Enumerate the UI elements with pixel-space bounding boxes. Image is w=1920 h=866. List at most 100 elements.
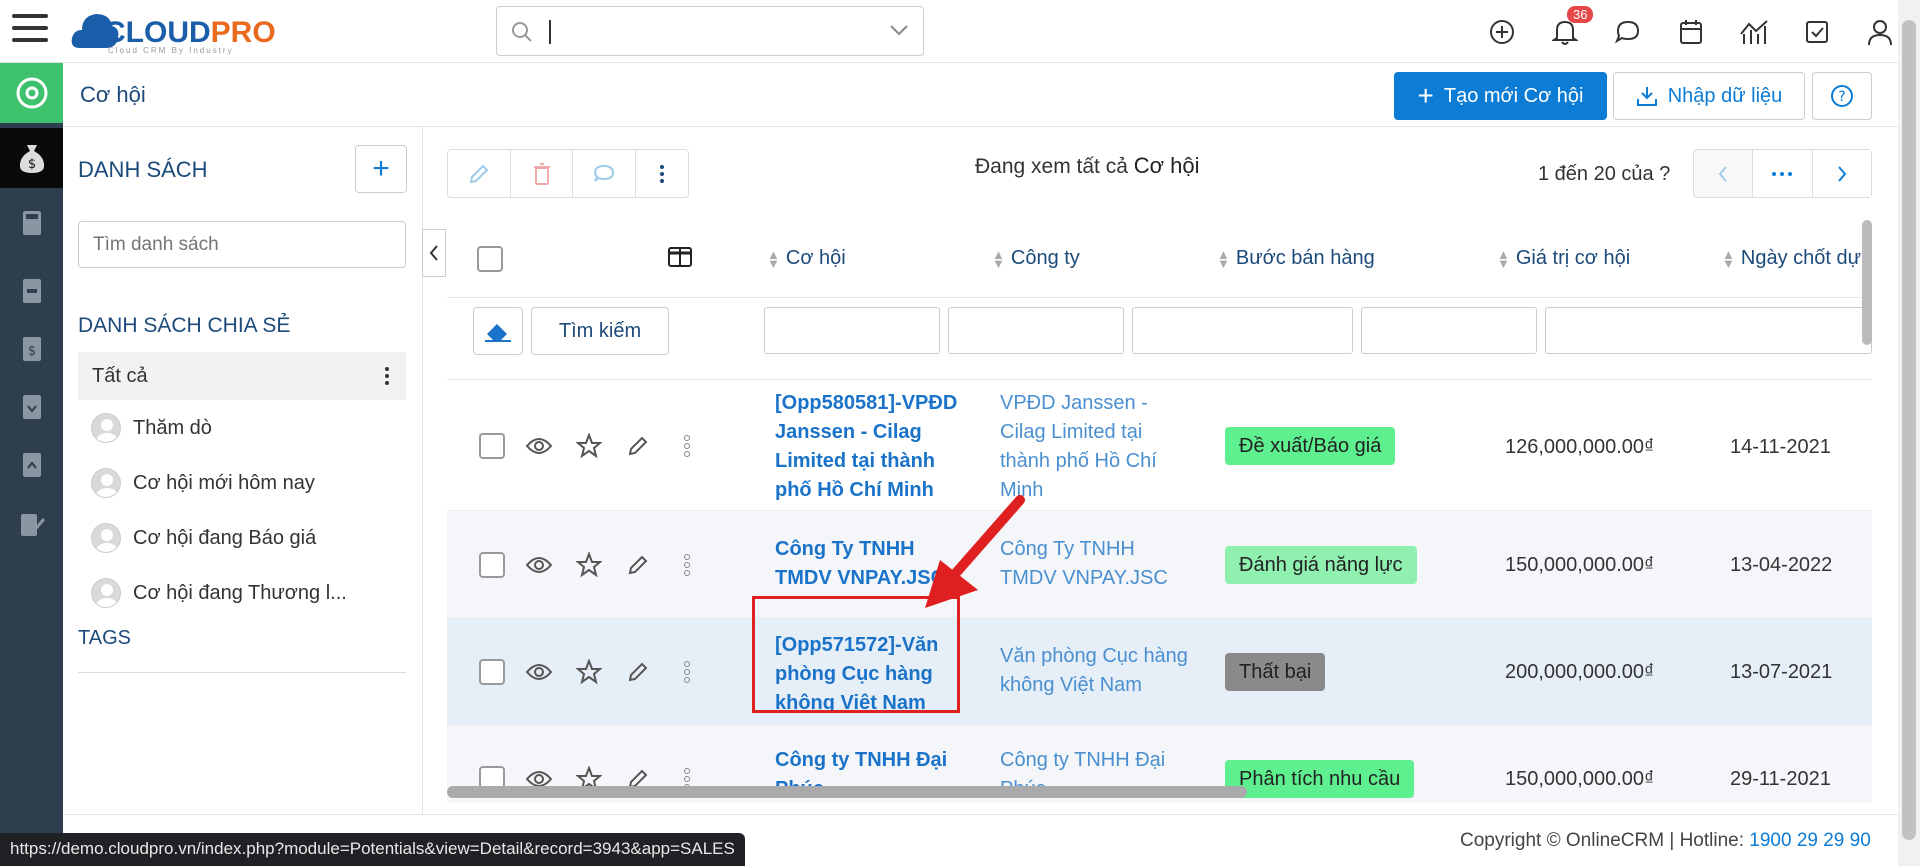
total-count-button[interactable]: ?: [1659, 163, 1670, 185]
copyright-text: Copyright © OnlineCRM: [1460, 830, 1665, 851]
page-header: Cơ hội + Tạo mới Cơ hội Nhập dữ liệu ?: [63, 63, 1898, 127]
list-search-input[interactable]: [78, 221, 406, 268]
text-caret: [549, 20, 551, 44]
pencil-icon[interactable]: [623, 431, 653, 461]
rail-payment-item[interactable]: $: [0, 319, 63, 379]
filter-stage-input[interactable]: [1132, 307, 1353, 354]
view-eye-icon[interactable]: [524, 657, 554, 687]
avatar: [91, 523, 121, 553]
clear-filter-button[interactable]: [473, 307, 523, 355]
company-link[interactable]: Văn phòng Cục hàng không Việt Nam: [1000, 642, 1190, 700]
column-layout-icon[interactable]: [667, 246, 693, 268]
rail-opportunity-item[interactable]: $: [0, 128, 63, 188]
column-header-value[interactable]: ▲ ▼ Giá trị cơ hội: [1497, 247, 1630, 270]
rail-calculator-item[interactable]: [0, 193, 63, 253]
star-icon[interactable]: [574, 657, 604, 687]
select-all-checkbox[interactable]: [477, 246, 503, 272]
star-icon[interactable]: [574, 431, 604, 461]
column-header-opportunity[interactable]: ▲ ▼ Cơ hội: [767, 247, 846, 270]
row-checkbox[interactable]: [479, 659, 505, 685]
table-horizontal-scrollbar[interactable]: [447, 786, 1247, 798]
page-scrollbar-thumb[interactable]: [1902, 20, 1916, 840]
hotline-link[interactable]: 1900 29 29 90: [1749, 830, 1871, 851]
task-check-icon[interactable]: [1797, 12, 1837, 52]
table-row[interactable]: [Opp571572]-Văn phòng Cục hàng không Việ…: [447, 618, 1872, 725]
hotline-label: Hotline:: [1679, 830, 1744, 851]
row-kebab-icon[interactable]: [672, 657, 702, 687]
list-item-all[interactable]: Tất cả: [78, 352, 406, 400]
add-list-button[interactable]: +: [355, 145, 407, 193]
rail-contract-item[interactable]: [0, 495, 63, 555]
comment-button[interactable]: [573, 150, 637, 197]
table-row[interactable]: [Opp580581]-VPĐD Janssen - Cilag Limited…: [447, 381, 1872, 511]
close-date: 29-11-2021: [1730, 768, 1831, 790]
list-item[interactable]: Cơ hội đang Thương l...: [91, 573, 347, 613]
menu-icon[interactable]: [12, 14, 48, 46]
pencil-icon[interactable]: [623, 550, 653, 580]
company-link[interactable]: VPĐD Janssen - Cilag Limited tại thành p…: [1000, 389, 1190, 505]
column-header-close-date[interactable]: ▲ ▼ Ngày chốt dự: [1722, 247, 1861, 270]
filter-company-input[interactable]: [948, 307, 1124, 354]
table-row[interactable]: Công Ty TNHH TMDV VNPAY.JSC Công Ty TNHH…: [447, 511, 1872, 618]
collapse-sidebar-button[interactable]: [422, 229, 446, 277]
table-vertical-scrollbar[interactable]: [1862, 220, 1872, 345]
report-chart-icon[interactable]: [1734, 12, 1774, 52]
delete-button[interactable]: [511, 150, 574, 197]
view-eye-icon[interactable]: [524, 431, 554, 461]
filter-value-input[interactable]: [1361, 307, 1537, 354]
pagination-text: 1 đến 20 của ?: [1538, 163, 1670, 186]
kebab-menu-icon[interactable]: [384, 365, 390, 387]
add-circle-icon[interactable]: [1482, 12, 1522, 52]
global-search-input[interactable]: [496, 6, 924, 56]
edit-button[interactable]: [448, 150, 511, 197]
module-rail: $ $: [0, 63, 63, 866]
opportunity-link[interactable]: [Opp580581]-VPĐD Janssen - Cilag Limited…: [775, 389, 965, 505]
table-header: ▲ ▼ Cơ hội ▲ ▼ Công ty ▲ ▼ Bước bán hàng ▲ ▼ Giá…: [447, 218, 1872, 298]
rail-export-item[interactable]: [0, 435, 63, 495]
stage-badge: Thất bại: [1225, 653, 1326, 691]
list-item[interactable]: Cơ hội mới hôm nay: [91, 463, 315, 503]
create-opportunity-button[interactable]: + Tạo mới Cơ hội: [1394, 72, 1607, 120]
filter-date-input[interactable]: [1545, 307, 1872, 354]
bell-icon[interactable]: 36: [1545, 6, 1594, 52]
chevron-down-icon[interactable]: [889, 23, 909, 37]
opportunities-table: ▲ ▼ Cơ hội ▲ ▼ Công ty ▲ ▼ Bước bán hàng ▲ ▼ Giá…: [447, 218, 1872, 803]
filter-opportunity-input[interactable]: [764, 307, 940, 354]
previous-page-button[interactable]: [1694, 150, 1754, 197]
rail-home-item[interactable]: [0, 63, 63, 123]
sort-icon: ▲ ▼: [1497, 246, 1510, 271]
column-header-sales-stage[interactable]: ▲ ▼ Bước bán hàng: [1217, 247, 1375, 270]
more-actions-button[interactable]: [636, 150, 688, 197]
star-icon[interactable]: [574, 550, 604, 580]
page-scrollbar[interactable]: [1898, 0, 1920, 866]
sort-icon: ▲ ▼: [767, 246, 780, 271]
footer: Copyright © OnlineCRM | Hotline: 1900 29…: [1460, 830, 1871, 851]
row-checkbox[interactable]: [479, 552, 505, 578]
next-page-button[interactable]: [1812, 150, 1871, 197]
page-title: Cơ hội: [80, 82, 146, 107]
rail-invoice-item[interactable]: [0, 261, 63, 321]
list-item[interactable]: Cơ hội đang Báo giá: [91, 518, 316, 558]
divider: [63, 814, 1898, 815]
user-icon[interactable]: [1860, 12, 1900, 52]
column-header-company[interactable]: ▲ ▼ Công ty: [992, 247, 1080, 270]
calendar-icon[interactable]: [1671, 12, 1711, 52]
logo[interactable]: CLOUDPRO Cloud CRM By Industry: [70, 6, 300, 56]
chat-icon[interactable]: [1608, 12, 1648, 52]
list-item[interactable]: Thăm dò: [91, 408, 212, 448]
avatar: [91, 468, 121, 498]
row-checkbox[interactable]: [479, 433, 505, 459]
avatar: [91, 413, 121, 443]
pencil-icon[interactable]: [623, 657, 653, 687]
page-jump-button[interactable]: [1753, 150, 1813, 197]
help-button[interactable]: ?: [1812, 72, 1872, 120]
view-eye-icon[interactable]: [524, 550, 554, 580]
search-button[interactable]: Tìm kiếm: [531, 307, 669, 355]
calculator-icon: [22, 211, 41, 235]
row-kebab-icon[interactable]: [672, 550, 702, 580]
row-kebab-icon[interactable]: [672, 431, 702, 461]
svg-text:$: $: [27, 157, 35, 172]
plus-icon: +: [1417, 80, 1434, 111]
rail-import-item[interactable]: [0, 377, 63, 437]
import-data-button[interactable]: Nhập dữ liệu: [1613, 72, 1805, 120]
